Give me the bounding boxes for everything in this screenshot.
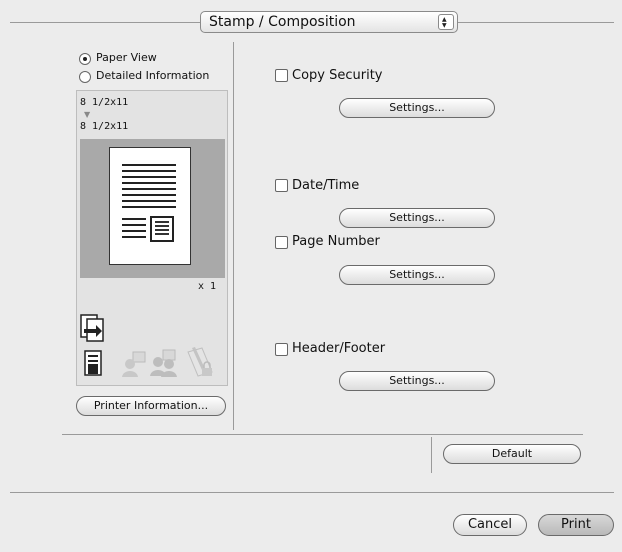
user-icon: [122, 351, 146, 377]
default-divider: [431, 437, 432, 473]
arrow-down-icon: ▼: [84, 110, 91, 119]
header-footer-settings-button[interactable]: Settings...: [339, 371, 495, 391]
content-bottom-separator: [62, 434, 583, 435]
copy-security-checkbox[interactable]: [275, 69, 288, 82]
date-time-label: Date/Time: [292, 178, 360, 193]
copies-label: x 1: [198, 281, 217, 292]
stamp-composition-popup[interactable]: Stamp / Composition ▲ ▼: [200, 11, 458, 33]
paper-view-radio[interactable]: [79, 53, 91, 65]
top-separator-left: [10, 22, 200, 23]
popup-label: Stamp / Composition: [209, 14, 356, 30]
locked-pen-icon: [187, 347, 213, 377]
cancel-button[interactable]: Cancel: [453, 514, 527, 536]
source-size-label: 8 1/2x11: [80, 97, 129, 108]
popup-stepper-icon[interactable]: ▲ ▼: [438, 14, 454, 30]
page-number-settings-button[interactable]: Settings...: [339, 265, 495, 285]
header-footer-checkbox[interactable]: [275, 343, 288, 356]
output-size-label: 8 1/2x11: [80, 121, 129, 132]
page-number-checkbox[interactable]: [275, 236, 288, 249]
default-button[interactable]: Default: [443, 444, 581, 464]
footer-separator: [10, 492, 614, 493]
date-time-checkbox[interactable]: [275, 179, 288, 192]
duplex-icon: [80, 314, 104, 342]
copy-security-label: Copy Security: [292, 68, 383, 83]
date-time-settings-button[interactable]: Settings...: [339, 208, 495, 228]
top-separator-right: [458, 22, 614, 23]
detailed-information-radio[interactable]: [79, 71, 91, 83]
detailed-information-label: Detailed Information: [96, 69, 210, 82]
header-footer-label: Header/Footer: [292, 341, 386, 356]
page-preview: [109, 147, 191, 265]
copy-security-settings-button[interactable]: Settings...: [339, 98, 495, 118]
paper-view-label: Paper View: [96, 51, 157, 64]
document-icon: [84, 350, 102, 376]
users-icon: [150, 349, 177, 377]
print-button[interactable]: Print: [538, 514, 614, 536]
page-number-label: Page Number: [292, 234, 380, 249]
panel-divider: [233, 42, 234, 430]
printer-information-button[interactable]: Printer Information...: [76, 396, 226, 416]
